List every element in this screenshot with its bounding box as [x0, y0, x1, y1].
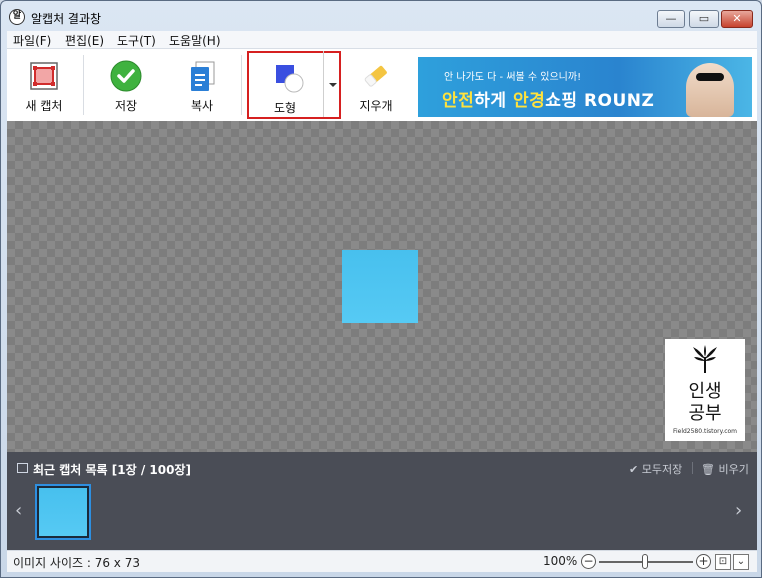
capture-canvas[interactable]: 인생 공부 Field2580.tistory.com: [7, 121, 757, 452]
copy-button[interactable]: 복사: [169, 49, 235, 119]
capture-thumbnail[interactable]: [35, 484, 91, 540]
thumbnail-image: [39, 488, 87, 536]
toolbar-divider: [83, 55, 84, 115]
zoom-slider-handle[interactable]: [642, 554, 648, 569]
save-all-button[interactable]: ✔ 모두저장: [629, 461, 682, 477]
app-icon: 알: [9, 9, 25, 25]
save-check-icon: [110, 60, 142, 92]
collapse-panel-button[interactable]: ⌄: [733, 554, 749, 570]
image-size-text: 이미지 사이즈 : 76 x 73: [13, 556, 140, 570]
watermark-line2: 공부: [688, 403, 722, 424]
eraser-label: 지우개: [359, 99, 393, 113]
ad-headline: 안전하게 안경쇼핑 ROUNZ: [442, 91, 655, 111]
new-capture-label: 새 캡처: [25, 99, 63, 113]
menu-bar: 파일(F) 편집(E) 도구(T) 도움말(H): [7, 31, 757, 49]
toolbar-divider: [241, 55, 242, 115]
shape-icon: [276, 65, 304, 93]
ad-banner[interactable]: 안 나가도 다 - 써볼 수 있으니까! 안전하게 안경쇼핑 ROUNZ: [418, 57, 752, 117]
title-bar: 알 알캡처 결과창 — ▭ ✕: [1, 1, 761, 31]
zoom-in-button[interactable]: +: [696, 554, 711, 569]
watermark-url: Field2580.tistory.com: [672, 428, 738, 435]
menu-edit[interactable]: 편집(E): [65, 32, 104, 49]
recent-captures-panel: 최근 캡처 목록 [1장 / 100장] ✔ 모두저장 🗑 비우기 ‹ ›: [7, 452, 757, 550]
eraser-button[interactable]: 지우개: [343, 49, 409, 119]
save-button[interactable]: 저장: [93, 49, 159, 119]
plant-logo-icon: [693, 345, 717, 373]
menu-tools[interactable]: 도구(T): [117, 32, 156, 49]
ad-model-image: [686, 63, 734, 117]
watermark-logo: 인생 공부 Field2580.tistory.com: [665, 339, 745, 441]
prev-arrow-icon[interactable]: ‹: [15, 500, 22, 521]
save-label: 저장: [114, 99, 138, 113]
recent-captures-title: 최근 캡처 목록 [1장 / 100장]: [33, 463, 191, 477]
capture-result-window: 알 알캡처 결과창 — ▭ ✕ 파일(F) 편집(E) 도구(T) 도움말(H)…: [0, 0, 762, 578]
next-arrow-icon[interactable]: ›: [735, 500, 742, 521]
copy-label: 복사: [190, 99, 214, 113]
ad-tagline: 안 나가도 다 - 써볼 수 있으니까!: [444, 72, 582, 83]
menu-file[interactable]: 파일(F): [13, 32, 51, 49]
caret-down-icon: [329, 83, 337, 87]
new-capture-button[interactable]: 새 캡처: [11, 49, 77, 119]
recent-divider: [692, 462, 693, 474]
fit-to-window-button[interactable]: ⊡: [715, 554, 731, 570]
clear-all-button[interactable]: 🗑 비우기: [701, 461, 749, 477]
shape-dropdown-button[interactable]: [323, 51, 341, 117]
status-bar: 이미지 사이즈 : 76 x 73 100% − + ⊡ ⌄: [7, 550, 757, 572]
close-button[interactable]: ✕: [721, 10, 753, 28]
copy-icon: [191, 61, 215, 91]
toolbar: 새 캡처 저장 복사 도형 지우개 안 나가도 다 - 써볼 수 있으니까! 안…: [7, 49, 757, 121]
eraser-icon: [364, 65, 387, 87]
captured-image[interactable]: [342, 250, 418, 323]
minimize-button[interactable]: —: [657, 10, 685, 28]
recent-list-icon: [17, 463, 28, 473]
zoom-level: 100%: [543, 554, 578, 568]
window-title: 알캡처 결과창: [31, 12, 102, 26]
shape-label: 도형: [273, 101, 297, 115]
zoom-out-button[interactable]: −: [581, 554, 596, 569]
maximize-button[interactable]: ▭: [689, 10, 719, 28]
menu-help[interactable]: 도움말(H): [169, 32, 221, 49]
new-capture-icon: [30, 62, 58, 90]
